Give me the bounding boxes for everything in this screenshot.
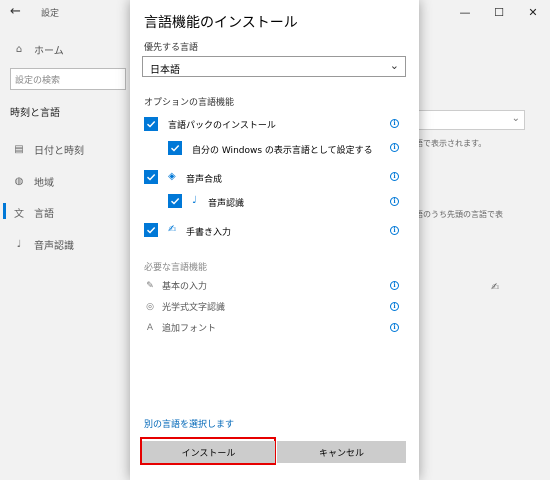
set-display-language-checkbox[interactable] xyxy=(168,141,182,155)
sidebar-item-label: 日付と時刻 xyxy=(34,146,84,157)
required-feature-label: 光学式文字認識 xyxy=(162,303,226,313)
chevron-down-icon: ⌄ xyxy=(389,59,399,72)
cancel-button[interactable]: キャンセル xyxy=(277,441,406,463)
speech-recognition-checkbox[interactable] xyxy=(168,194,182,208)
info-icon[interactable]: i xyxy=(390,143,399,152)
home-icon: ⌂ xyxy=(15,44,23,55)
sidebar-item-label: 音声認識 xyxy=(34,241,74,252)
language-select[interactable]: 日本語 ⌄ xyxy=(142,56,406,77)
handwriting-icon: ✍ xyxy=(491,282,500,293)
microphone-icon: ♩ xyxy=(16,239,22,250)
install-button[interactable]: インストール xyxy=(142,441,275,463)
sidebar-item-home[interactable]: ⌂ ホーム xyxy=(12,42,64,57)
preferred-language-label: 優先する言語 xyxy=(144,43,199,53)
sidebar-item-region[interactable]: ◍ 地域 xyxy=(12,174,54,189)
sidebar-item-label: 言語 xyxy=(34,209,54,220)
install-language-features-dialog: 言語機能のインストール 優先する言語 日本語 ⌄ オプションの言語機能 言語パッ… xyxy=(130,0,419,480)
set-display-language-label: 自分の Windows の表示言語として設定する xyxy=(192,146,373,156)
info-icon[interactable]: i xyxy=(390,226,399,235)
sidebar: ⌂ ホーム 設定の検索 時刻と言語 ▤ 日付と時刻 ◍ 地域 文 言語 ♩ 音声… xyxy=(0,24,130,480)
handwriting-icon: ✍ xyxy=(168,224,177,235)
required-feature-label: 追加フォント xyxy=(162,324,217,334)
handwriting-label: 手書き入力 xyxy=(186,228,232,238)
choose-other-language-link[interactable]: 別の言語を選択します xyxy=(144,417,234,430)
text-to-speech-checkbox[interactable] xyxy=(144,170,158,184)
checkmark-icon xyxy=(171,198,180,205)
basic-typing-icon: ✎ xyxy=(146,280,154,291)
required-feature-basic-typing: ✎ 基本の入力 xyxy=(144,279,208,293)
window-title: 設定 xyxy=(41,9,60,19)
language-pack-label: 言語パックのインストール xyxy=(168,121,276,131)
speech-recognition-label: 音声認識 xyxy=(208,199,245,209)
info-icon[interactable]: i xyxy=(390,281,399,290)
minimize-icon[interactable]: — xyxy=(448,0,482,24)
microphone-icon: ♩ xyxy=(192,195,197,206)
text-to-speech-label: 音声合成 xyxy=(186,175,223,185)
required-feature-fonts: A 追加フォント xyxy=(144,321,217,335)
background-text: 語で表示されます。 xyxy=(415,139,487,148)
background-text: 語のうち先頭の言語で表 xyxy=(415,210,503,219)
ocr-icon: ◎ xyxy=(146,301,154,312)
info-icon[interactable]: i xyxy=(390,302,399,311)
required-feature-label: 基本の入力 xyxy=(162,282,208,292)
background-dropdown[interactable]: ⌄ xyxy=(415,110,525,130)
required-features-label: 必要な言語機能 xyxy=(144,263,208,273)
globe-icon: ◍ xyxy=(14,176,24,187)
maximize-icon[interactable]: ☐ xyxy=(482,0,516,24)
language-pack-checkbox[interactable] xyxy=(144,117,158,131)
handwriting-checkbox[interactable] xyxy=(144,223,158,237)
calendar-icon: ▤ xyxy=(14,144,24,155)
checkmark-icon xyxy=(171,145,180,152)
sidebar-item-label: 地域 xyxy=(34,178,54,189)
checkmark-icon xyxy=(147,174,156,181)
checkmark-icon xyxy=(147,227,156,234)
close-icon[interactable]: ✕ xyxy=(516,0,550,24)
settings-search-input[interactable]: 設定の検索 xyxy=(10,68,126,90)
optional-features-label: オプションの言語機能 xyxy=(144,98,235,108)
dialog-title: 言語機能のインストール xyxy=(144,15,298,31)
chevron-down-icon: ⌄ xyxy=(511,113,520,124)
sidebar-item-language[interactable]: 文 言語 xyxy=(12,205,54,220)
required-feature-ocr: ◎ 光学式文字認識 xyxy=(144,300,226,314)
background-content: ⌄ 語で表示されます。 語のうち先頭の言語で表 ✍ xyxy=(405,24,550,480)
sidebar-item-label: ホーム xyxy=(34,46,64,57)
info-icon[interactable]: i xyxy=(390,119,399,128)
fonts-icon: A xyxy=(146,322,154,333)
text-to-speech-icon: ◈ xyxy=(168,171,176,182)
info-icon[interactable]: i xyxy=(390,323,399,332)
sidebar-section-title: 時刻と言語 xyxy=(10,108,60,119)
checkmark-icon xyxy=(147,121,156,128)
sidebar-item-date-time[interactable]: ▤ 日付と時刻 xyxy=(12,142,84,157)
active-nav-indicator xyxy=(3,203,6,219)
info-icon[interactable]: i xyxy=(390,197,399,206)
sidebar-item-speech[interactable]: ♩ 音声認識 xyxy=(12,237,74,252)
back-arrow-icon[interactable]: ← xyxy=(10,4,21,19)
info-icon[interactable]: i xyxy=(390,172,399,181)
language-select-value: 日本語 xyxy=(150,65,180,76)
language-icon: 文 xyxy=(14,209,24,220)
